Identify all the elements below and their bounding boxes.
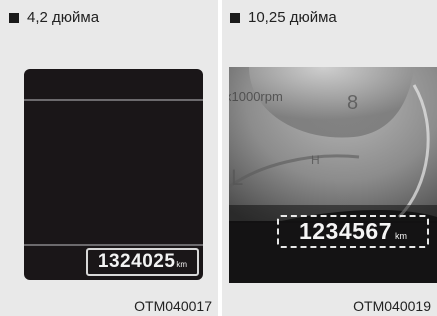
odometer-value: 1234567 [298,218,393,244]
figure-caption: 10,25 дюйма [230,9,337,26]
odometer-readout: 1324025 km [86,248,199,276]
square-bullet-icon [230,12,240,23]
odometer-value: 1324025 [97,251,176,272]
caption-text: 4,2 дюйма [27,9,100,26]
figure-code: OTM040019 [353,298,431,314]
figure-10-25-inch: 10,25 дюйма x1000rpm 8 H L 1234567 km OT… [222,0,437,316]
divider-line [24,244,203,246]
divider-line [24,99,203,101]
cluster-display-4-2: 1324025 km [24,69,203,280]
cluster-display-10-25: x1000rpm 8 H L 1234567 km [229,67,437,283]
rpm-label: x1000rpm [229,89,283,104]
figure-caption: 4,2 дюйма [9,9,99,26]
odometer-readout: 1234567 km [277,215,429,248]
figure-4-2-inch: 4,2 дюйма 1324025 km OTM040017 [0,0,218,316]
square-bullet-icon [9,12,19,23]
figure-code: OTM040017 [134,298,212,314]
gauge-mark: L [231,165,244,190]
gauge-mark: H [311,153,320,167]
caption-text: 10,25 дюйма [248,9,337,26]
odometer-unit: km [176,260,188,269]
odometer-unit: km [395,230,408,241]
gauge-mark: 8 [347,92,359,114]
